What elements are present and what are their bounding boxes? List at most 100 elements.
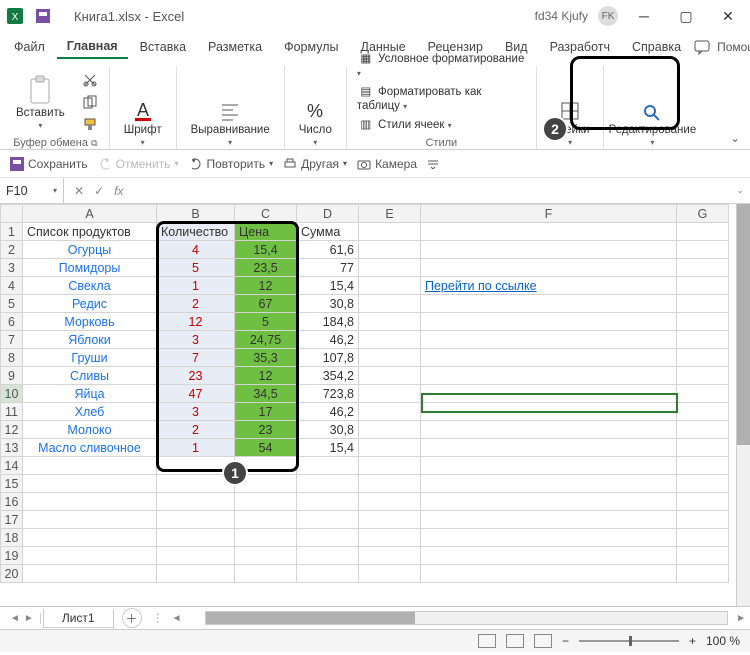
zoom-slider[interactable] (579, 640, 679, 642)
cell[interactable] (359, 331, 421, 349)
cell[interactable]: Количество (157, 223, 235, 241)
cell[interactable] (677, 241, 729, 259)
name-box[interactable]: F10▾ (0, 178, 64, 203)
view-layout-icon[interactable] (506, 634, 524, 648)
save-icon[interactable] (34, 7, 52, 25)
tab-layout[interactable]: Разметка (198, 36, 272, 58)
cell[interactable] (677, 547, 729, 565)
cell[interactable] (421, 511, 677, 529)
cell[interactable]: 46,2 (297, 331, 359, 349)
cell[interactable]: Груши (23, 349, 157, 367)
cell[interactable]: Помидоры (23, 259, 157, 277)
cell[interactable]: 5 (235, 313, 297, 331)
cell[interactable] (23, 529, 157, 547)
cell[interactable]: 12 (157, 313, 235, 331)
cell[interactable]: Редис (23, 295, 157, 313)
cell[interactable] (235, 511, 297, 529)
alignment-button[interactable]: Выравнивание▾ (187, 98, 274, 149)
cell[interactable] (421, 457, 677, 475)
hscroll-left-icon[interactable]: ◄ (172, 613, 182, 624)
row-header[interactable]: 1 (1, 223, 23, 241)
row-header[interactable]: 10 (1, 385, 23, 403)
cell[interactable]: Сумма (297, 223, 359, 241)
cell[interactable] (23, 547, 157, 565)
row-header[interactable]: 11 (1, 403, 23, 421)
cell[interactable] (359, 241, 421, 259)
cut-icon[interactable] (81, 71, 99, 89)
format-as-table-button[interactable]: ▤ Форматировать как таблицу ▾ (357, 82, 526, 112)
col-header-D[interactable]: D (297, 205, 359, 223)
cell[interactable]: 3 (157, 403, 235, 421)
qat-camera[interactable]: Камера (357, 157, 417, 171)
zoom-level[interactable]: 100 % (706, 634, 740, 648)
col-header-E[interactable]: E (359, 205, 421, 223)
cell[interactable]: 15,4 (235, 241, 297, 259)
cell[interactable] (23, 493, 157, 511)
add-sheet-button[interactable]: ＋ (122, 608, 142, 628)
cell[interactable] (235, 529, 297, 547)
cell[interactable] (359, 547, 421, 565)
cell[interactable] (359, 349, 421, 367)
cell[interactable]: Огурцы (23, 241, 157, 259)
cell[interactable]: 77 (297, 259, 359, 277)
cell[interactable] (359, 295, 421, 313)
avatar[interactable]: FK (598, 6, 618, 26)
collapse-ribbon-icon[interactable]: ⌄ (730, 131, 740, 145)
cell[interactable]: 54 (235, 439, 297, 457)
vertical-scrollbar[interactable] (736, 204, 750, 606)
qat-undo[interactable]: Отменить ▾ (98, 157, 179, 171)
qat-redo[interactable]: Повторить ▾ (189, 157, 274, 171)
cell[interactable] (677, 331, 729, 349)
cell[interactable]: 1 (157, 277, 235, 295)
paste-button[interactable]: Вставить ▾ (12, 73, 69, 132)
row-header[interactable]: 13 (1, 439, 23, 457)
cell[interactable] (359, 259, 421, 277)
cell[interactable]: 46,2 (297, 403, 359, 421)
cell[interactable]: 12 (235, 367, 297, 385)
format-painter-icon[interactable] (81, 115, 99, 133)
sheet-tab-1[interactable]: Лист1 (43, 609, 114, 628)
cell-styles-button[interactable]: ▥ Стили ячеек ▾ (357, 115, 452, 133)
row-header[interactable]: 2 (1, 241, 23, 259)
row-header[interactable]: 6 (1, 313, 23, 331)
cell[interactable] (359, 223, 421, 241)
cell[interactable]: 5 (157, 259, 235, 277)
cell[interactable]: 15,4 (297, 277, 359, 295)
col-header-B[interactable]: B (157, 205, 235, 223)
cell[interactable] (677, 259, 729, 277)
zoom-out-button[interactable]: − (562, 634, 569, 648)
cell[interactable] (359, 277, 421, 295)
copy-icon[interactable] (81, 93, 99, 111)
number-button[interactable]: % Число▾ (295, 98, 336, 149)
cell[interactable] (297, 547, 359, 565)
cell[interactable]: Список продуктов (23, 223, 157, 241)
tab-help[interactable]: Справка (622, 36, 691, 58)
cell[interactable] (421, 403, 677, 421)
cell[interactable] (157, 529, 235, 547)
horizontal-scrollbar[interactable] (205, 611, 728, 625)
cell[interactable]: Свекла (23, 277, 157, 295)
fx-icon[interactable]: fx (114, 184, 123, 198)
cell[interactable] (677, 277, 729, 295)
cell[interactable] (421, 259, 677, 277)
cell[interactable]: 2 (157, 421, 235, 439)
cell[interactable]: 17 (235, 403, 297, 421)
tab-home[interactable]: Главная (57, 35, 128, 59)
cell[interactable]: 24,75 (235, 331, 297, 349)
cell[interactable]: Морковь (23, 313, 157, 331)
cell[interactable] (359, 457, 421, 475)
cell[interactable]: 67 (235, 295, 297, 313)
font-button[interactable]: A Шрифт▾ (120, 98, 166, 149)
cell[interactable] (677, 313, 729, 331)
cell[interactable]: 354,2 (297, 367, 359, 385)
cell[interactable] (297, 511, 359, 529)
cell[interactable]: 7 (157, 349, 235, 367)
cell[interactable] (677, 403, 729, 421)
expand-formula-bar-icon[interactable]: ⌄ (730, 185, 750, 196)
cell[interactable] (297, 493, 359, 511)
cell[interactable] (235, 565, 297, 583)
row-header[interactable]: 14 (1, 457, 23, 475)
tab-formulas[interactable]: Формулы (274, 36, 348, 58)
cell[interactable] (677, 493, 729, 511)
cell[interactable] (297, 457, 359, 475)
